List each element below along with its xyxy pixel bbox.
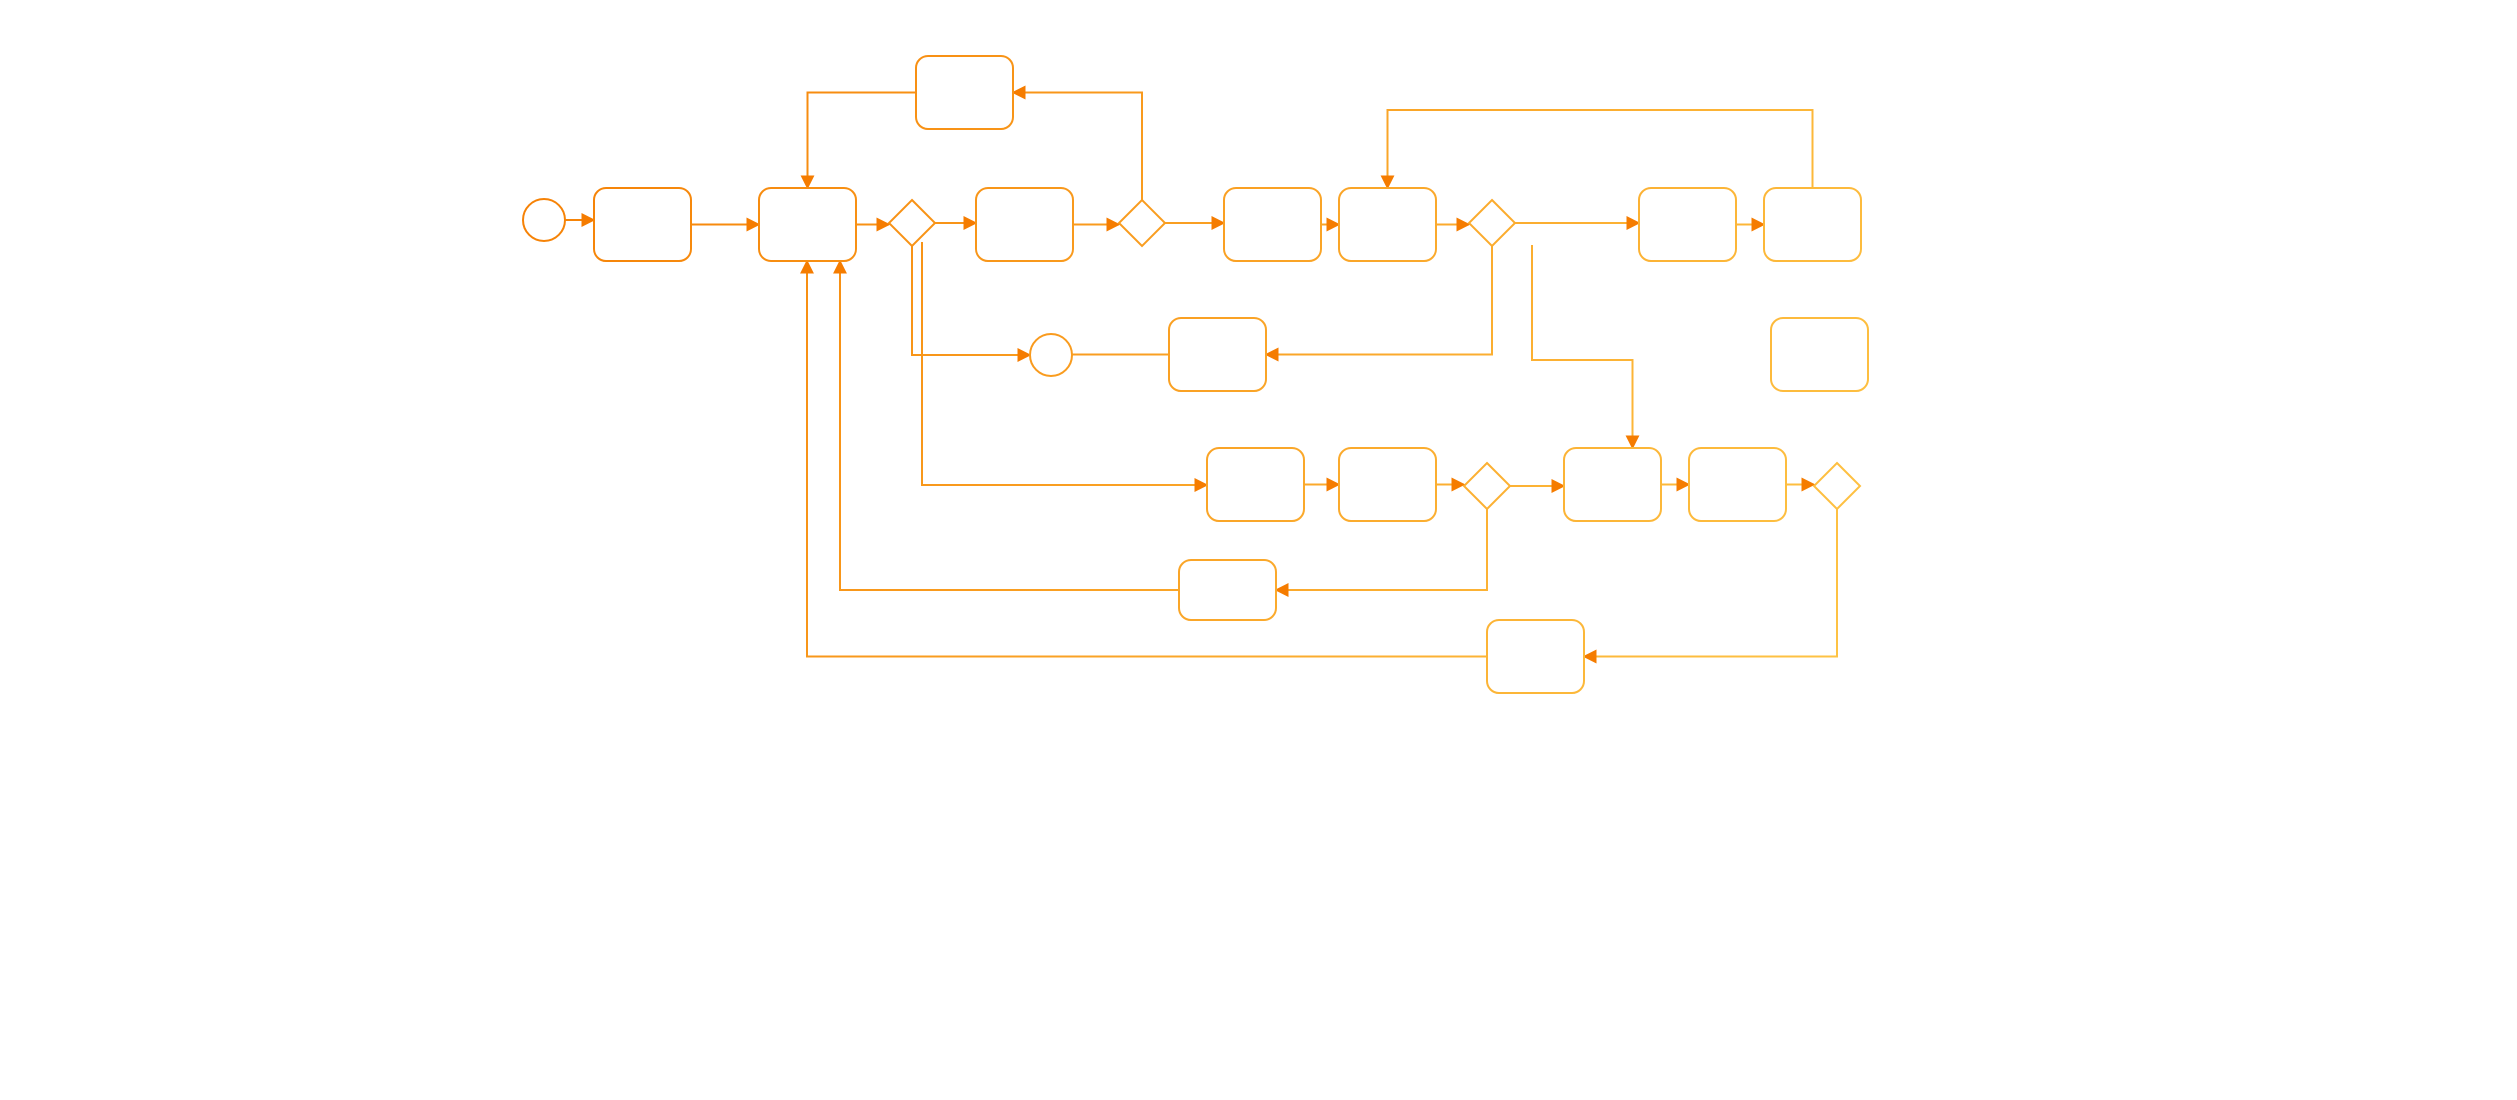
flow-arrow <box>912 246 1030 355</box>
task-box <box>1639 188 1736 261</box>
flow-arrow <box>1584 509 1837 657</box>
task-box <box>1169 318 1266 391</box>
task-box <box>1764 188 1861 261</box>
bpmn-diagram <box>489 0 2029 700</box>
task-box <box>759 188 856 261</box>
task-box <box>1339 188 1436 261</box>
flow-arrow <box>1387 110 1812 188</box>
task-box <box>1179 560 1276 620</box>
gateway-icon <box>889 200 935 246</box>
flow-arrow <box>807 93 916 189</box>
gateway-icon <box>1464 463 1510 509</box>
flow-arrow <box>840 261 1179 590</box>
gateway-icon <box>1814 463 1860 509</box>
gateway-icon <box>1469 200 1515 246</box>
task-box <box>1487 620 1584 693</box>
task-box <box>594 188 691 261</box>
task-box <box>1224 188 1321 261</box>
task-box <box>1339 448 1436 521</box>
task-box <box>1564 448 1661 521</box>
task-box <box>976 188 1073 261</box>
task-box <box>1771 318 1868 391</box>
flow-arrow <box>1013 93 1142 201</box>
task-box <box>1207 448 1304 521</box>
task-box <box>916 56 1013 129</box>
task-box <box>1689 448 1786 521</box>
gateway-icon <box>1119 200 1165 246</box>
start-event-icon <box>523 199 565 241</box>
end-event-icon <box>1030 334 1072 376</box>
flow-arrow <box>1266 246 1492 355</box>
flow-arrow <box>1532 245 1633 448</box>
